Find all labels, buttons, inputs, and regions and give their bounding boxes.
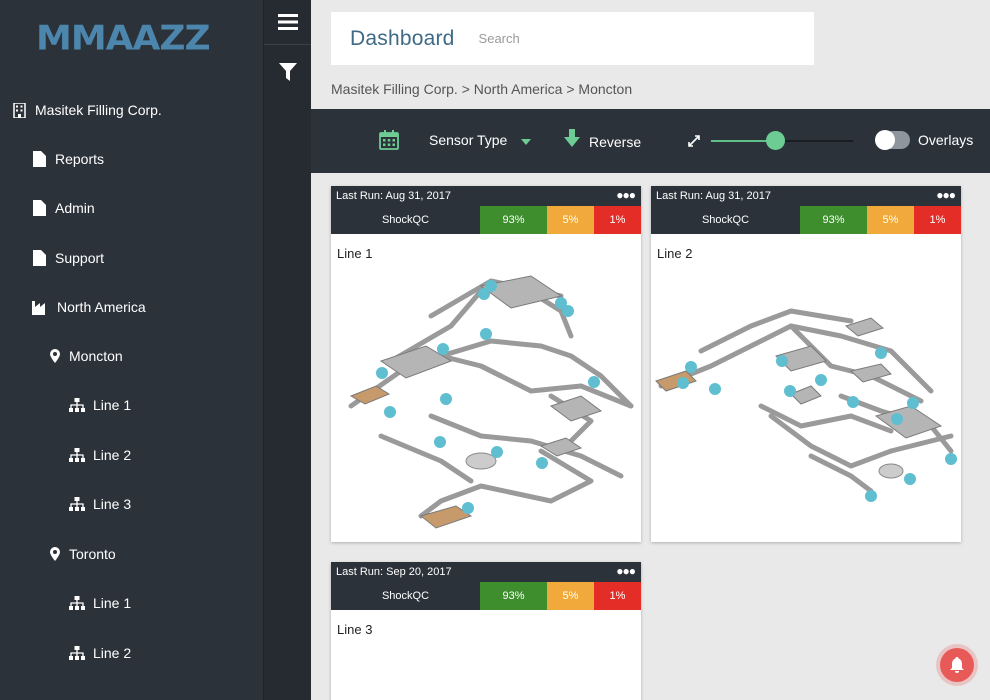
line-card[interactable]: Last Run: Aug 31, 2017 ●●● ShockQC 93% 5… [651, 186, 961, 542]
card-header: Last Run: Sep 20, 2017 ●●● ShockQC 93% 5… [331, 562, 641, 610]
more-options-icon[interactable]: ●●● [616, 564, 636, 578]
sidebar-item-moncton-line-2[interactable]: Line 2 [69, 447, 131, 463]
metrics-bar: ShockQC 93% 5% 1% [331, 582, 641, 610]
sidebar-item-toronto[interactable]: Toronto [49, 546, 116, 562]
overlays-toggle[interactable] [875, 130, 910, 150]
sidebar-item-label: Line 2 [93, 645, 132, 661]
metric-pass: 93% [480, 206, 547, 234]
last-run-label: Last Run: Aug 31, 2017 [656, 190, 771, 202]
rail-divider [264, 44, 312, 45]
sidebar-item-support[interactable]: Support [31, 250, 104, 266]
card-header: Last Run: Aug 31, 2017 ●●● ShockQC 93% 5… [651, 186, 961, 234]
sidebar-item-label: Masitek Filling Corp. [35, 102, 162, 118]
sensor-type-dropdown[interactable]: Sensor Type [429, 132, 532, 148]
sidebar-item-reports[interactable]: Reports [31, 151, 104, 167]
sidebar-item-label: Line 1 [93, 397, 132, 413]
metric-warn: 5% [547, 206, 594, 234]
document-icon [31, 151, 47, 167]
search-input[interactable] [478, 31, 739, 46]
more-options-icon[interactable]: ●●● [616, 188, 636, 202]
sidebar-item-masitek[interactable]: Masitek Filling Corp. [11, 102, 162, 118]
main-content: Dashboard Masitek Filling Corp. > North … [311, 0, 990, 700]
sidebar-item-label: North America [57, 299, 146, 315]
line-diagram-image[interactable] [331, 266, 641, 536]
line-card[interactable]: Last Run: Aug 31, 2017 ●●● ShockQC 93% 5… [331, 186, 641, 542]
map-pin-icon [49, 348, 61, 364]
hierarchy-icon [69, 496, 85, 512]
icon-rail [263, 0, 312, 700]
logo: MMAAZZ [36, 19, 211, 58]
line-title: Line 3 [337, 622, 373, 637]
line-diagram-image[interactable] [651, 266, 961, 536]
factory-icon [31, 299, 49, 315]
reverse-button[interactable]: Reverse [563, 129, 641, 150]
caret-down-icon [521, 132, 532, 148]
metric-pass: 93% [480, 582, 547, 610]
hierarchy-icon [69, 447, 85, 463]
hierarchy-icon [69, 645, 85, 661]
hamburger-icon[interactable] [264, 0, 312, 44]
metric-name: ShockQC [381, 590, 430, 602]
card-header: Last Run: Aug 31, 2017 ●●● ShockQC 93% 5… [331, 186, 641, 234]
hierarchy-icon [69, 397, 85, 413]
sidebar-item-toronto-line-1[interactable]: Line 1 [69, 595, 131, 611]
map-pin-icon [49, 546, 61, 562]
toolbar: Sensor Type Reverse Overlays [311, 109, 990, 173]
sidebar-item-moncton-line-3[interactable]: Line 3 [69, 496, 131, 512]
sidebar-item-north-america[interactable]: North America [31, 299, 146, 315]
reverse-label: Reverse [589, 133, 642, 150]
sidebar-item-label: Admin [55, 200, 95, 216]
zoom-slider[interactable] [711, 131, 853, 150]
sensor-type-label: Sensor Type [429, 132, 508, 148]
page-title: Dashboard [350, 26, 455, 50]
zoom-slider-thumb[interactable] [765, 131, 785, 150]
hierarchy-icon [69, 595, 85, 611]
sidebar: MMAAZZ Masitek Filling Corp. Reports Adm… [0, 0, 263, 700]
sidebar-item-label: Toronto [69, 546, 116, 562]
sidebar-item-toronto-line-2[interactable]: Line 2 [69, 645, 131, 661]
line-card[interactable]: Last Run: Sep 20, 2017 ●●● ShockQC 93% 5… [331, 562, 641, 700]
metric-warn: 5% [867, 206, 914, 234]
sidebar-item-label: Line 1 [93, 595, 132, 611]
document-icon [31, 200, 47, 216]
sidebar-item-label: Moncton [69, 348, 123, 364]
metric-fail: 1% [594, 582, 641, 610]
metric-warn: 5% [547, 582, 594, 610]
sidebar-item-label: Line 3 [93, 496, 132, 512]
sidebar-item-label: Line 2 [93, 447, 132, 463]
metric-name: ShockQC [381, 214, 430, 226]
metrics-bar: ShockQC 93% 5% 1% [651, 206, 961, 234]
line-title: Line 1 [337, 246, 373, 261]
last-run-label: Last Run: Aug 31, 2017 [336, 190, 451, 202]
overlays-label: Overlays [918, 132, 974, 148]
last-run-label: Last Run: Sep 20, 2017 [336, 566, 452, 578]
sidebar-item-moncton[interactable]: Moncton [49, 348, 123, 364]
metric-fail: 1% [594, 206, 641, 234]
notification-bell-icon[interactable] [940, 648, 974, 682]
document-icon [31, 250, 47, 266]
sidebar-item-admin[interactable]: Admin [31, 200, 95, 216]
sidebar-item-moncton-line-1[interactable]: Line 1 [69, 397, 131, 413]
line-title: Line 2 [657, 246, 693, 261]
expand-icon[interactable] [688, 135, 700, 147]
building-icon [11, 102, 27, 118]
metric-pass: 93% [800, 206, 867, 234]
header: Dashboard [331, 12, 814, 65]
breadcrumb[interactable]: Masitek Filling Corp. > North America > … [331, 81, 632, 97]
metric-name: ShockQC [701, 214, 750, 226]
metric-fail: 1% [914, 206, 961, 234]
arrow-down-icon [563, 129, 581, 150]
sidebar-item-label: Support [55, 250, 105, 266]
sidebar-item-label: Reports [55, 151, 105, 167]
calendar-icon[interactable] [379, 130, 399, 150]
more-options-icon[interactable]: ●●● [936, 188, 956, 202]
filter-icon[interactable] [264, 50, 312, 94]
overlays-toggle-knob [875, 130, 895, 150]
metrics-bar: ShockQC 93% 5% 1% [331, 206, 641, 234]
